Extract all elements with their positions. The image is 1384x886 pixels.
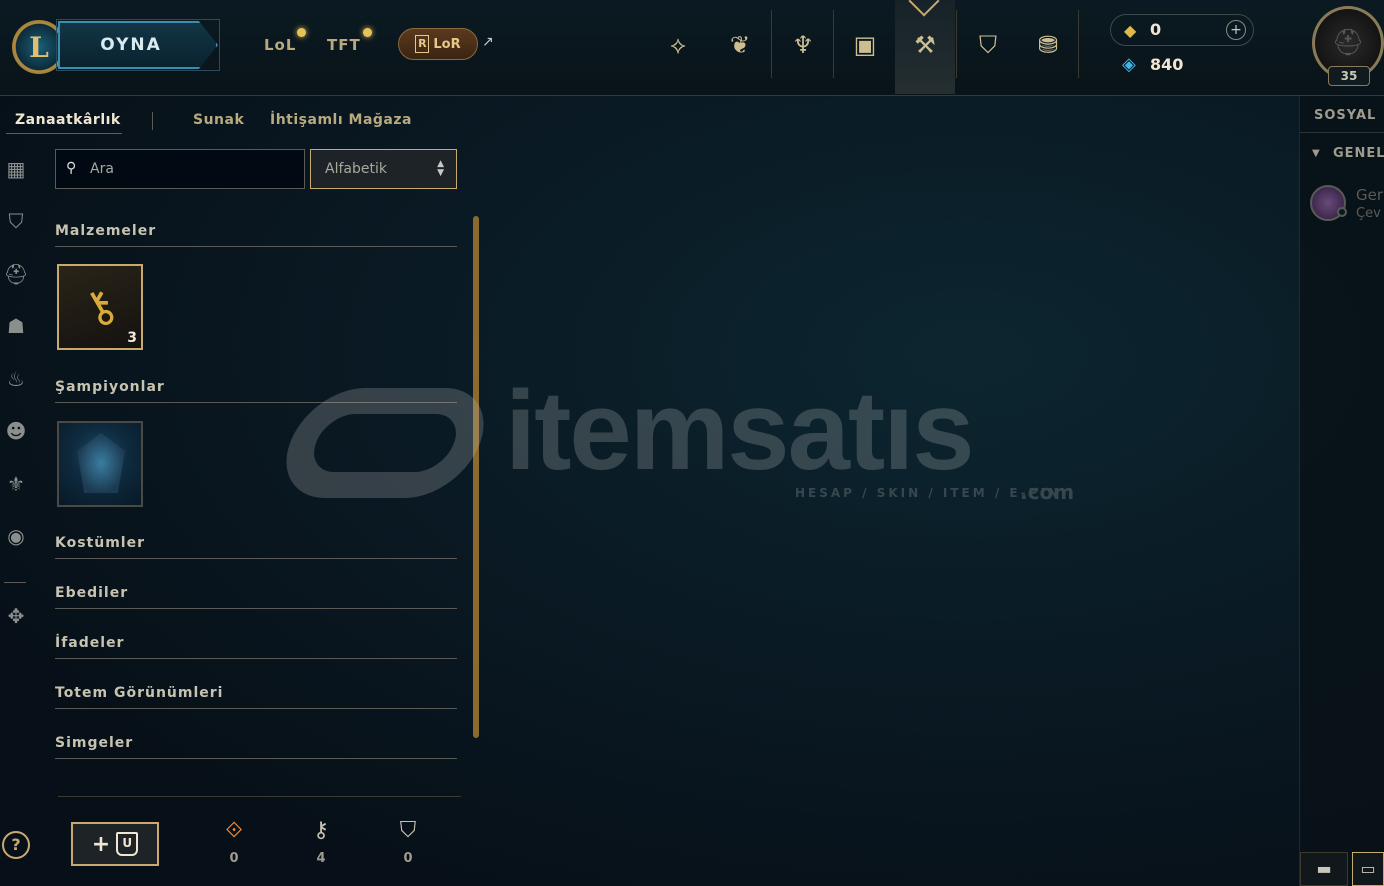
champion-portrait (77, 433, 125, 493)
chest-value: 0 (403, 851, 413, 866)
add-plus: + (91, 831, 111, 857)
search-icon: ⚲ (66, 160, 77, 176)
all-grid-icon[interactable]: ▦ (2, 155, 30, 183)
watermark-logo-mark (269, 388, 501, 498)
hextech-key-tile[interactable]: ⚷ 3 (57, 264, 143, 350)
champion-shard-tile[interactable] (57, 421, 143, 507)
tab-crafting[interactable]: Zanaatkârlık (15, 112, 121, 128)
chest-icon: U (116, 832, 139, 856)
active-tab-underline (6, 133, 122, 134)
notes-icon[interactable]: ▭ (1352, 852, 1384, 886)
rp-value: 0 (1150, 20, 1162, 39)
add-chest-button[interactable]: + U (71, 822, 159, 866)
level-badge: 35 (1328, 66, 1370, 86)
collection-bag-icon[interactable]: ▣ (845, 22, 885, 68)
chest-stat: ⛉ 0 (393, 818, 423, 866)
nav-divider (833, 10, 834, 78)
be-value: 840 (1150, 55, 1184, 74)
orange-essence-value: 0 (229, 851, 239, 866)
help-button[interactable]: ? (2, 831, 30, 859)
nav-divider (956, 10, 957, 78)
section-divider (55, 708, 457, 709)
store-coins-icon[interactable]: ⛃ (1028, 22, 1068, 68)
tab-glorious-store[interactable]: İhtişamlı Mağaza (270, 112, 412, 128)
orange-essence-icon: ⟐ (225, 818, 243, 843)
skin-mask-icon[interactable]: ☗ (2, 312, 30, 340)
key-fragment-icon: ⚷ (312, 818, 330, 843)
tab-tft[interactable]: TFT (327, 36, 361, 54)
key-fragment-value: 4 (316, 851, 326, 866)
watermark: itemsatıs HESAP / SKIN / ITEM / E-PIN .c… (269, 368, 1110, 512)
section-icons[interactable]: Simgeler (55, 735, 133, 751)
search-field[interactable]: ⚲ (55, 149, 305, 189)
section-emotes[interactable]: İfadeler (55, 635, 124, 651)
key-fragment-stat: ⚷ 4 (306, 818, 336, 866)
chest-icon: ⛉ (399, 818, 417, 843)
nav-divider (1078, 10, 1079, 78)
section-divider (55, 758, 457, 759)
sort-chevron-icon: ▲ ▼ (437, 159, 444, 178)
lor-label: LoR (433, 36, 461, 52)
section-skins[interactable]: Kostümler (55, 535, 145, 551)
section-champions: Şampiyonlar (55, 379, 165, 395)
group-caret-icon[interactable]: ▼ (1312, 148, 1320, 159)
skins-lotus-icon[interactable]: ❦ (720, 22, 760, 68)
sort-dropdown[interactable]: Alfabetik ▲ ▼ (310, 149, 457, 189)
friend-name[interactable]: Ger (1356, 186, 1383, 204)
champion-icon[interactable]: ⟡ (658, 22, 698, 68)
loot-crafting-icon[interactable]: ⚒ (905, 22, 945, 68)
chat-icon[interactable]: ▬ (1300, 852, 1348, 886)
emote-face-icon[interactable]: ☻ (2, 417, 30, 445)
play-button[interactable]: OYNA (58, 21, 218, 69)
lol-notification-dot (297, 28, 306, 37)
section-eternals[interactable]: Ebediler (55, 585, 128, 601)
nav-divider (771, 10, 772, 78)
footer-divider (58, 796, 461, 797)
watermark-domain: .com (1020, 480, 1075, 504)
other-loot-icon[interactable]: ✥ (2, 602, 30, 630)
buy-rp-button[interactable]: + (1226, 20, 1246, 40)
friend-status-text: Çev (1356, 206, 1381, 221)
key-icon: ⚷ (73, 276, 127, 338)
friend-group-general[interactable]: GENEL (1333, 146, 1384, 161)
section-wards[interactable]: Totem Görünümleri (55, 685, 223, 701)
lor-mark: R (415, 35, 430, 53)
chest-filter-icon[interactable]: ⛉ (2, 207, 30, 235)
friend-status-indicator (1337, 207, 1347, 217)
sidebar-divider (4, 582, 26, 583)
item-count: 3 (127, 330, 137, 346)
watermark-brand: itemsatıs (505, 368, 975, 493)
section-materials: Malzemeler (55, 223, 157, 239)
tab-lol[interactable]: LoL (264, 36, 296, 54)
section-divider (55, 246, 457, 247)
sort-selected: Alfabetik (325, 161, 387, 177)
blue-essence-icon: ◈ (1122, 54, 1136, 75)
logo-letter: L (29, 30, 49, 64)
riot-points-icon: ◆ (1124, 21, 1137, 40)
section-divider (55, 608, 457, 609)
tab-altar[interactable]: Sunak (193, 112, 244, 128)
chest-icon[interactable]: ⛉ (968, 22, 1008, 68)
external-link-icon: ↗ (482, 34, 494, 50)
subnav-divider (152, 112, 153, 130)
section-divider (55, 658, 457, 659)
tft-notification-dot (363, 28, 372, 37)
play-label: OYNA (100, 35, 162, 55)
orange-essence-stat: ⟐ 0 (219, 818, 249, 866)
social-divider (1300, 132, 1384, 133)
section-divider (55, 558, 457, 559)
ward-totem-icon[interactable]: ⚜ (2, 470, 30, 498)
social-title: SOSYAL (1314, 108, 1377, 123)
eternals-flame-icon[interactable]: ♨ (2, 365, 30, 393)
summoner-icon[interactable]: ◉ (2, 522, 30, 550)
lor-button[interactable]: R LoR (398, 28, 478, 60)
search-input[interactable] (90, 158, 290, 180)
champion-helmet-icon[interactable]: ⛑ (2, 260, 30, 288)
tft-chalice-icon[interactable]: ♆ (783, 22, 823, 68)
